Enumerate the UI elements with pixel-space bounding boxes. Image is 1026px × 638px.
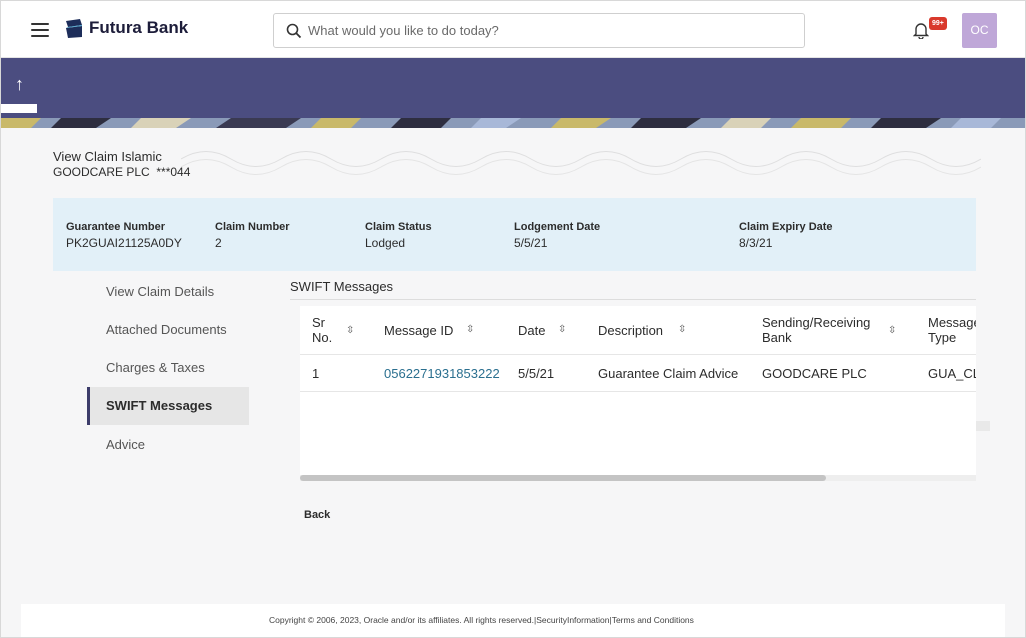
column-header-message-id[interactable]: Message ID ⇳ bbox=[384, 323, 474, 338]
column-header-date[interactable]: Date ⇳ bbox=[518, 323, 566, 338]
summary-value: 2 bbox=[215, 236, 222, 250]
brand-name: Futura Bank bbox=[89, 18, 189, 37]
summary-label: Lodgement Date bbox=[514, 221, 601, 233]
table-edge-shadow bbox=[976, 421, 990, 431]
summary-claim-status: Claim Status Lodged bbox=[365, 221, 432, 250]
cell-sr-no: 1 bbox=[312, 366, 320, 381]
column-header-description[interactable]: Description ⇳ bbox=[598, 323, 686, 338]
back-button[interactable]: Back bbox=[304, 509, 330, 521]
side-menu-advice[interactable]: Advice bbox=[87, 426, 249, 464]
side-menu-charges-taxes[interactable]: Charges & Taxes bbox=[87, 349, 249, 387]
cell-bank: GOODCARE PLC bbox=[762, 366, 867, 381]
side-menu-view-claim-details[interactable]: View Claim Details bbox=[87, 273, 249, 311]
footer: Copyright © 2006, 2023, Oracle and/or it… bbox=[21, 604, 1005, 637]
title-watermark-pattern bbox=[181, 151, 981, 175]
summary-value: 8/3/21 bbox=[739, 236, 773, 250]
horizontal-scrollbar-thumb[interactable] bbox=[300, 475, 826, 481]
summary-lodgement-date: Lodgement Date 5/5/21 bbox=[514, 221, 600, 250]
column-header-label: Type bbox=[928, 330, 957, 345]
column-header-message-type[interactable]: Message Type bbox=[928, 315, 976, 345]
column-header-sr-no[interactable]: Sr No. ⇳ bbox=[312, 315, 354, 345]
summary-value: PK2GUAI21125A0DY bbox=[66, 236, 182, 250]
column-header-label: Message bbox=[928, 315, 976, 330]
summary-value: 5/5/21 bbox=[514, 236, 548, 250]
sort-icon[interactable]: ⇳ bbox=[678, 324, 686, 335]
row-divider bbox=[300, 354, 976, 355]
column-header-label: Bank bbox=[762, 330, 792, 345]
side-menu-attached-documents[interactable]: Attached Documents bbox=[87, 311, 249, 349]
column-header-label: Sending/Receiving bbox=[762, 315, 871, 330]
summary-claim-expiry-date: Claim Expiry Date 8/3/21 bbox=[739, 221, 833, 250]
summary-label: Guarantee Number bbox=[66, 221, 166, 233]
notification-count-badge: 99+ bbox=[929, 17, 947, 30]
claim-summary-panel: Guarantee Number PK2GUAI21125A0DY Claim … bbox=[53, 198, 976, 271]
column-header-label: Description bbox=[598, 323, 664, 338]
column-header-label: No. bbox=[312, 330, 333, 345]
column-header-label: Message ID bbox=[384, 323, 454, 338]
hamburger-menu-icon[interactable] bbox=[31, 23, 49, 37]
swift-messages-table: Sr No. ⇳ Message ID ⇳ Date ⇳ Description… bbox=[300, 306, 976, 481]
page-title: View Claim Islamic bbox=[53, 149, 162, 164]
sort-icon[interactable]: ⇳ bbox=[466, 324, 474, 335]
notification-bell-icon[interactable] bbox=[913, 21, 929, 39]
column-header-bank[interactable]: Sending/Receiving Bank ⇳ bbox=[762, 315, 896, 345]
column-header-label: Date bbox=[518, 323, 546, 338]
terms-and-conditions-link[interactable]: Terms and Conditions bbox=[612, 615, 694, 625]
summary-label: Claim Status bbox=[365, 221, 432, 233]
section-title: SWIFT Messages bbox=[290, 279, 394, 294]
cell-date: 5/5/21 bbox=[518, 366, 555, 381]
app-frame: Futura Bank 99+ OC ↑ bbox=[0, 0, 1026, 638]
page-subtitle: GOODCARE PLC ***044 bbox=[53, 165, 191, 179]
banner-decorative-pattern bbox=[1, 118, 1025, 128]
top-bar: Futura Bank 99+ OC bbox=[1, 1, 1025, 58]
summary-value: Lodged bbox=[365, 236, 406, 250]
search-icon bbox=[286, 23, 302, 39]
cell-description: Guarantee Claim Advice bbox=[598, 366, 739, 381]
section-divider bbox=[290, 299, 976, 300]
search-input[interactable] bbox=[308, 14, 788, 47]
summary-label: Claim Expiry Date bbox=[739, 221, 833, 233]
sort-icon[interactable]: ⇳ bbox=[558, 324, 566, 335]
security-information-link[interactable]: SecurityInformation bbox=[536, 615, 609, 625]
side-menu-swift-messages[interactable]: SWIFT Messages bbox=[87, 387, 249, 425]
sort-icon[interactable]: ⇳ bbox=[888, 323, 896, 338]
cell-message-type: GUA_CLA bbox=[928, 366, 976, 381]
summary-label: Claim Number bbox=[215, 221, 290, 233]
search-box[interactable] bbox=[273, 13, 805, 48]
cell-message-id-link[interactable]: 0562271931853222 bbox=[384, 366, 500, 381]
footer-text: Copyright © 2006, 2023, Oracle and/or it… bbox=[269, 615, 694, 625]
banner-tab bbox=[1, 104, 37, 113]
summary-claim-number: Claim Number 2 bbox=[215, 221, 290, 250]
bank-logo-icon bbox=[66, 19, 82, 38]
user-avatar[interactable]: OC bbox=[962, 13, 997, 48]
row-divider bbox=[300, 391, 976, 392]
copyright-text: Copyright © 2006, 2023, Oracle and/or it… bbox=[269, 615, 535, 625]
up-arrow-icon[interactable]: ↑ bbox=[15, 74, 24, 95]
column-header-label: Sr bbox=[312, 315, 325, 330]
summary-guarantee-number: Guarantee Number PK2GUAI21125A0DY bbox=[66, 221, 182, 250]
sort-icon[interactable]: ⇳ bbox=[346, 323, 354, 338]
